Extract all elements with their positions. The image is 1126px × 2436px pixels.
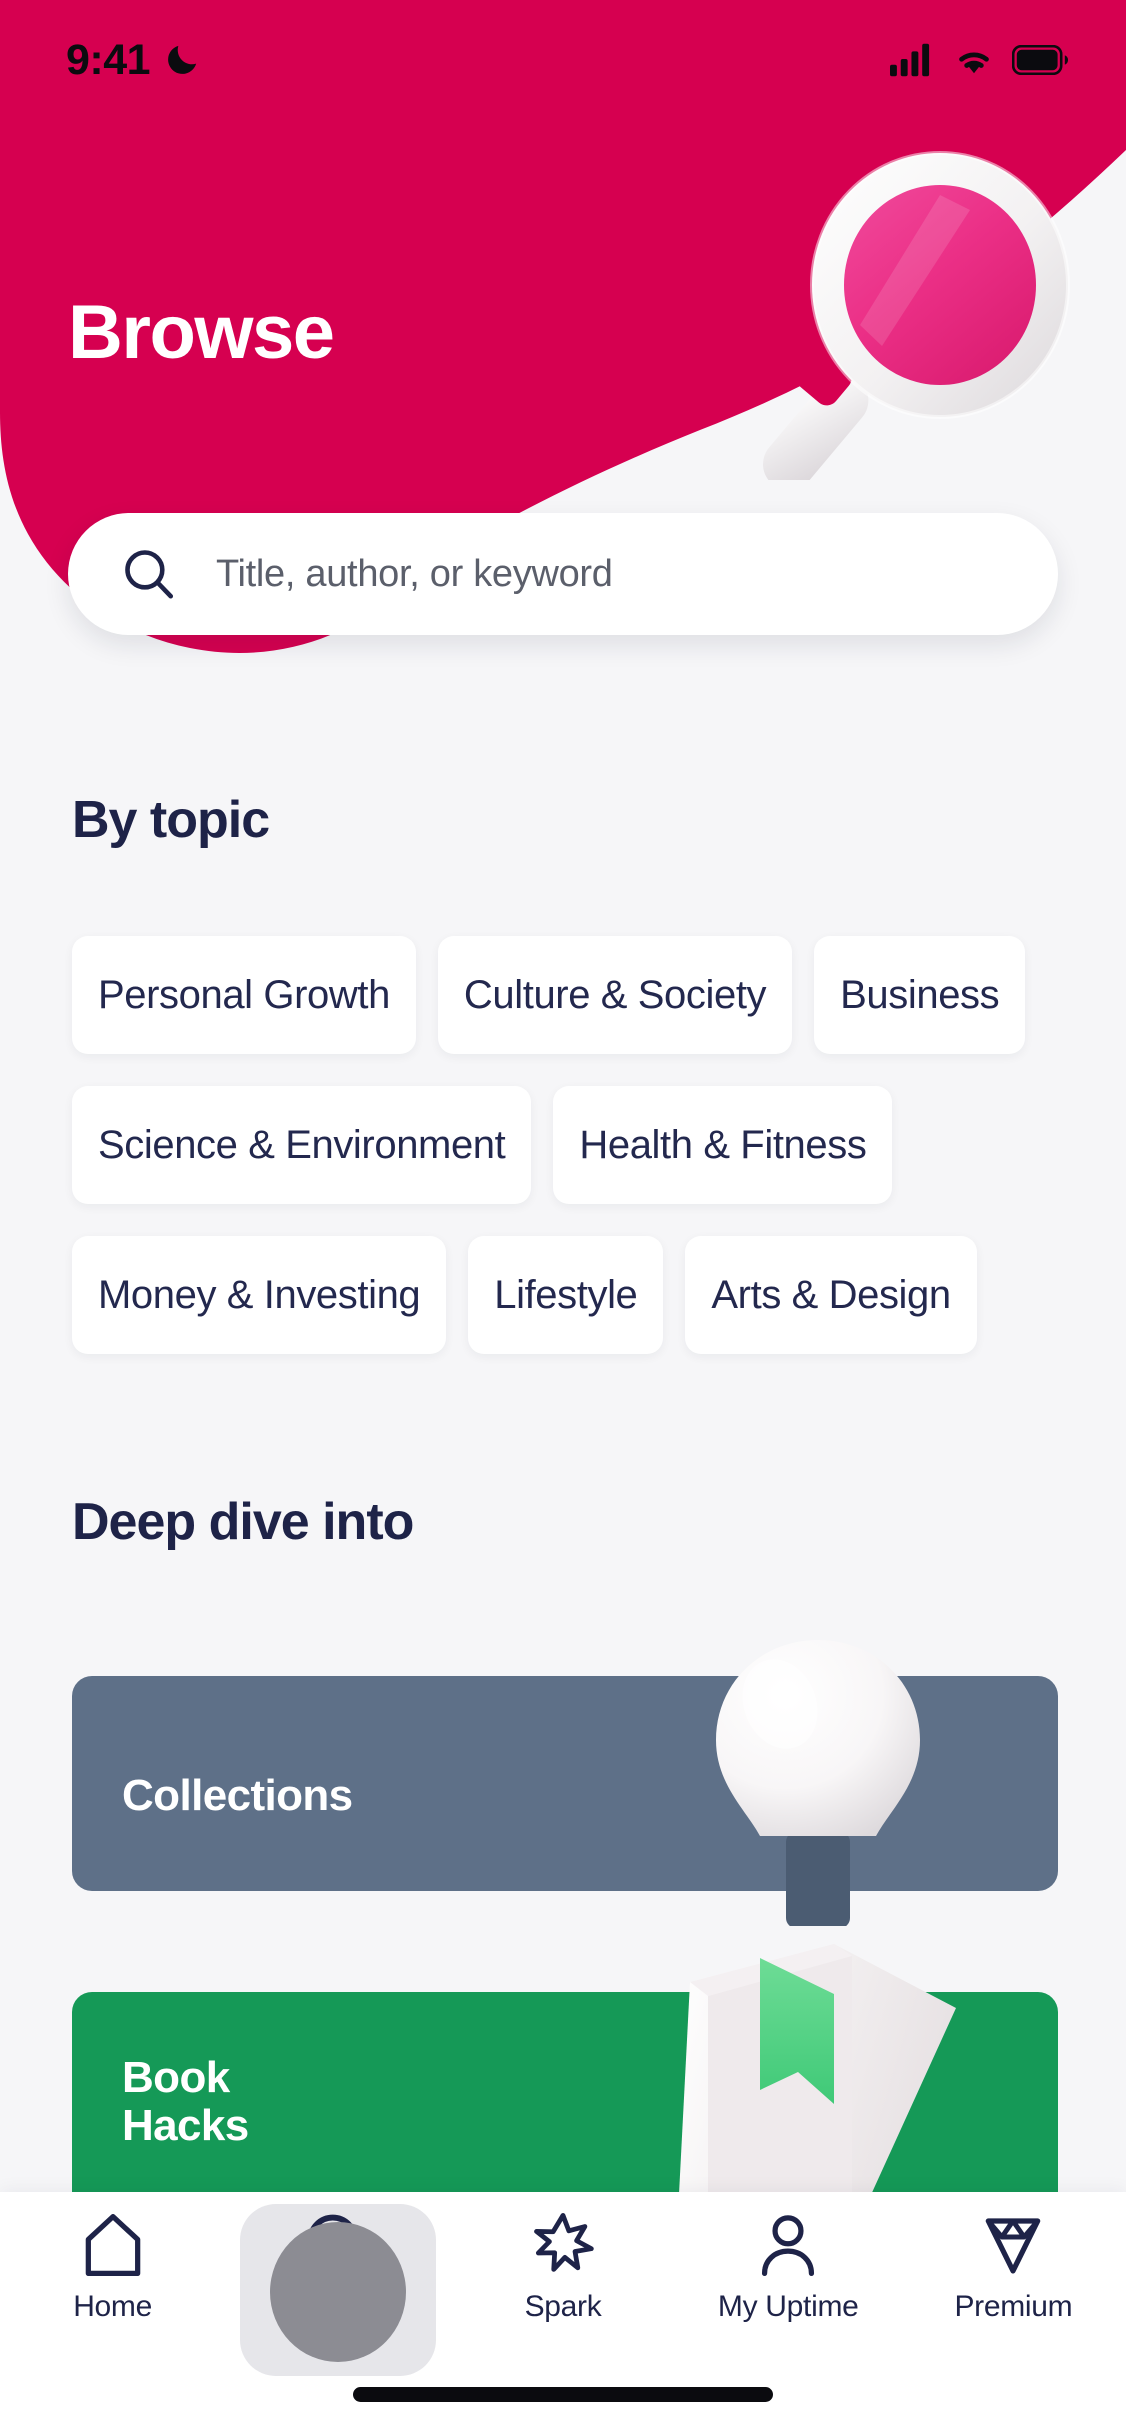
topic-chip-row[interactable]: Money & Investing Lifestyle Arts & Desig… bbox=[72, 1236, 977, 1354]
topic-chip[interactable]: Lifestyle bbox=[468, 1236, 664, 1354]
wifi-icon bbox=[959, 52, 989, 74]
cellular-signal-icon bbox=[890, 43, 930, 77]
section-title-deep-dive: Deep dive into bbox=[72, 1493, 414, 1551]
search-input[interactable]: Title, author, or keyword bbox=[68, 513, 1058, 635]
topic-chip[interactable]: Culture & Society bbox=[437, 936, 793, 1054]
home-icon bbox=[76, 2208, 150, 2282]
tab-premium[interactable]: Premium bbox=[901, 2208, 1126, 2360]
topic-chip-row[interactable]: Personal Growth Culture & Society Busine… bbox=[72, 936, 1026, 1054]
search-placeholder: Title, author, or keyword bbox=[216, 552, 613, 595]
topic-chip-row[interactable]: Science & Environment Health & Fitness bbox=[72, 1086, 893, 1204]
topic-chip[interactable]: Health & Fitness bbox=[553, 1086, 893, 1204]
magnifying-glass-3d-illustration bbox=[763, 151, 1070, 480]
lightbulb-3d-illustration bbox=[716, 1640, 920, 1926]
battery-full-icon bbox=[1012, 45, 1068, 75]
topic-chip[interactable]: Science & Environment bbox=[72, 1086, 532, 1204]
collections-card-label: Collections bbox=[122, 1771, 353, 1820]
app-screen: 9:41 Browse Title, author, or keyword By… bbox=[0, 0, 1126, 2436]
status-right bbox=[890, 43, 1068, 77]
tab-spark[interactable]: Spark bbox=[450, 2208, 675, 2360]
crescent-moon-icon bbox=[168, 45, 197, 74]
tab-label-spark: Spark bbox=[524, 2290, 602, 2323]
tab-browse[interactable]: Browse bbox=[225, 2204, 450, 2376]
person-icon bbox=[751, 2208, 825, 2282]
tab-home[interactable]: Home bbox=[0, 2208, 225, 2360]
tab-list: Home Browse Spark bbox=[0, 2192, 1126, 2376]
book-hacks-card-label: Book Hacks bbox=[122, 2053, 249, 2151]
topic-chip[interactable]: Money & Investing bbox=[72, 1236, 447, 1354]
diamond-icon bbox=[976, 2208, 1050, 2282]
tab-press-ripple bbox=[269, 2222, 406, 2362]
topic-chip[interactable]: Business bbox=[814, 936, 1026, 1054]
topic-chip[interactable]: Arts & Design bbox=[685, 1236, 977, 1354]
topic-chip[interactable]: Personal Growth bbox=[72, 936, 416, 1054]
tab-label-home: Home bbox=[73, 2290, 153, 2323]
collections-card[interactable]: Collections bbox=[72, 1640, 1058, 1926]
section-title-by-topic: By topic bbox=[72, 791, 270, 849]
status-left: 9:41 bbox=[66, 36, 202, 85]
tab-label-premium: Premium bbox=[954, 2290, 1073, 2323]
sparkle-icon bbox=[526, 2208, 600, 2282]
tab-my-uptime[interactable]: My Uptime bbox=[676, 2208, 901, 2360]
home-indicator[interactable] bbox=[353, 2387, 773, 2402]
page-title: Browse bbox=[68, 290, 335, 375]
status-time: 9:41 bbox=[66, 35, 151, 84]
tab-label-my-uptime: My Uptime bbox=[717, 2290, 859, 2323]
search-icon bbox=[125, 550, 174, 599]
bottom-tab-bar: Home Browse Spark bbox=[0, 2192, 1126, 2436]
status-bar: 9:41 bbox=[0, 0, 1126, 120]
